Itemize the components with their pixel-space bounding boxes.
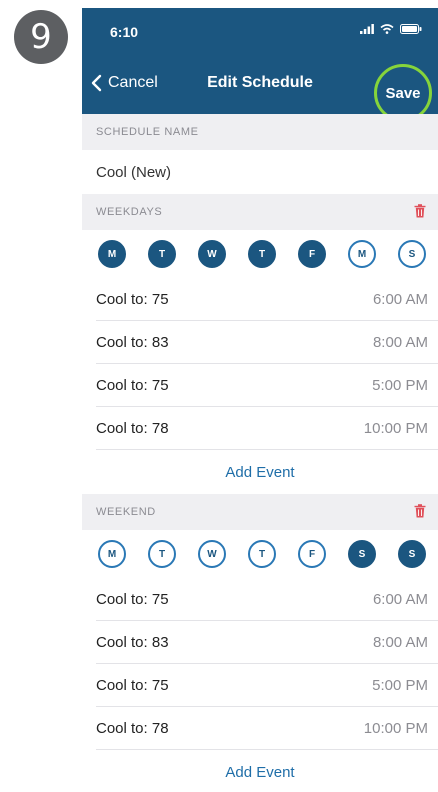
weekdays-day-wednesday[interactable]: W bbox=[198, 240, 226, 268]
weekend-day-monday[interactable]: M bbox=[98, 540, 126, 568]
event-label: Cool to: 78 bbox=[96, 719, 169, 737]
weekend-day-sunday[interactable]: S bbox=[398, 540, 426, 568]
weekdays-add-event-button[interactable]: Add Event bbox=[82, 450, 438, 494]
event-time: 8:00 AM bbox=[372, 333, 428, 351]
weekdays-header-label: WEEKDAYS bbox=[96, 206, 163, 218]
cancel-button[interactable]: Cancel bbox=[90, 74, 158, 92]
event-time: 6:00 AM bbox=[372, 290, 428, 308]
navigation-bar: Cancel Edit Schedule Save bbox=[82, 56, 438, 122]
event-time: 10:00 PM bbox=[363, 719, 428, 737]
event-row[interactable]: Cool to: 78 10:00 PM bbox=[96, 407, 438, 450]
weekend-day-friday[interactable]: F bbox=[298, 540, 326, 568]
weekdays-day-tuesday[interactable]: T bbox=[148, 240, 176, 268]
step-number-badge: 9 bbox=[14, 10, 68, 64]
event-row[interactable]: Cool to: 75 6:00 AM bbox=[96, 278, 438, 321]
weekend-day-thursday[interactable]: T bbox=[248, 540, 276, 568]
event-label: Cool to: 75 bbox=[96, 676, 169, 694]
event-label: Cool to: 78 bbox=[96, 419, 169, 437]
weekdays-day-7[interactable]: S bbox=[398, 240, 426, 268]
schedule-name-header: SCHEDULE NAME bbox=[82, 114, 438, 150]
weekday-day-selector: M T W T F M S bbox=[82, 230, 438, 278]
weekend-day-selector: M T W T F S S bbox=[82, 530, 438, 578]
trash-icon[interactable] bbox=[414, 204, 426, 218]
event-label: Cool to: 83 bbox=[96, 633, 169, 651]
event-time: 5:00 PM bbox=[372, 676, 428, 694]
trash-icon[interactable] bbox=[414, 504, 426, 518]
event-label: Cool to: 75 bbox=[96, 290, 169, 308]
battery-icon bbox=[400, 24, 422, 34]
event-row[interactable]: Cool to: 75 6:00 AM bbox=[96, 578, 438, 621]
weekend-add-event-button[interactable]: Add Event bbox=[82, 750, 438, 792]
event-label: Cool to: 83 bbox=[96, 333, 169, 351]
weekdays-event-list: Cool to: 75 6:00 AM Cool to: 83 8:00 AM … bbox=[82, 278, 438, 450]
status-icons bbox=[360, 24, 422, 34]
weekend-event-list: Cool to: 75 6:00 AM Cool to: 83 8:00 AM … bbox=[82, 578, 438, 750]
event-time: 10:00 PM bbox=[363, 419, 428, 437]
wifi-icon bbox=[380, 24, 394, 34]
weekend-day-saturday[interactable]: S bbox=[348, 540, 376, 568]
event-label: Cool to: 75 bbox=[96, 376, 169, 394]
event-label: Cool to: 75 bbox=[96, 590, 169, 608]
event-row[interactable]: Cool to: 83 8:00 AM bbox=[96, 321, 438, 364]
weekdays-day-friday[interactable]: F bbox=[298, 240, 326, 268]
weekdays-day-thursday[interactable]: T bbox=[248, 240, 276, 268]
weekend-day-wednesday[interactable]: W bbox=[198, 540, 226, 568]
phone-screen: 6:10 Cancel Edit Schedule Save SCHEDULE … bbox=[82, 8, 438, 792]
signal-icon bbox=[360, 24, 374, 34]
weekdays-header: WEEKDAYS bbox=[82, 194, 438, 230]
weekend-header-label: WEEKEND bbox=[96, 506, 156, 518]
event-row[interactable]: Cool to: 83 8:00 AM bbox=[96, 621, 438, 664]
status-time: 6:10 bbox=[110, 24, 139, 40]
weekdays-day-6[interactable]: M bbox=[348, 240, 376, 268]
event-time: 5:00 PM bbox=[372, 376, 428, 394]
schedule-name-field[interactable]: Cool (New) bbox=[82, 150, 438, 194]
event-time: 6:00 AM bbox=[372, 590, 428, 608]
event-time: 8:00 AM bbox=[372, 633, 428, 651]
cancel-label: Cancel bbox=[108, 74, 158, 91]
event-row[interactable]: Cool to: 75 5:00 PM bbox=[96, 364, 438, 407]
chevron-left-icon bbox=[91, 74, 102, 92]
status-bar: 6:10 bbox=[82, 8, 438, 56]
weekdays-day-monday[interactable]: M bbox=[98, 240, 126, 268]
event-row[interactable]: Cool to: 75 5:00 PM bbox=[96, 664, 438, 707]
weekend-header: WEEKEND bbox=[82, 494, 438, 530]
weekend-day-tuesday[interactable]: T bbox=[148, 540, 176, 568]
event-row[interactable]: Cool to: 78 10:00 PM bbox=[96, 707, 438, 750]
